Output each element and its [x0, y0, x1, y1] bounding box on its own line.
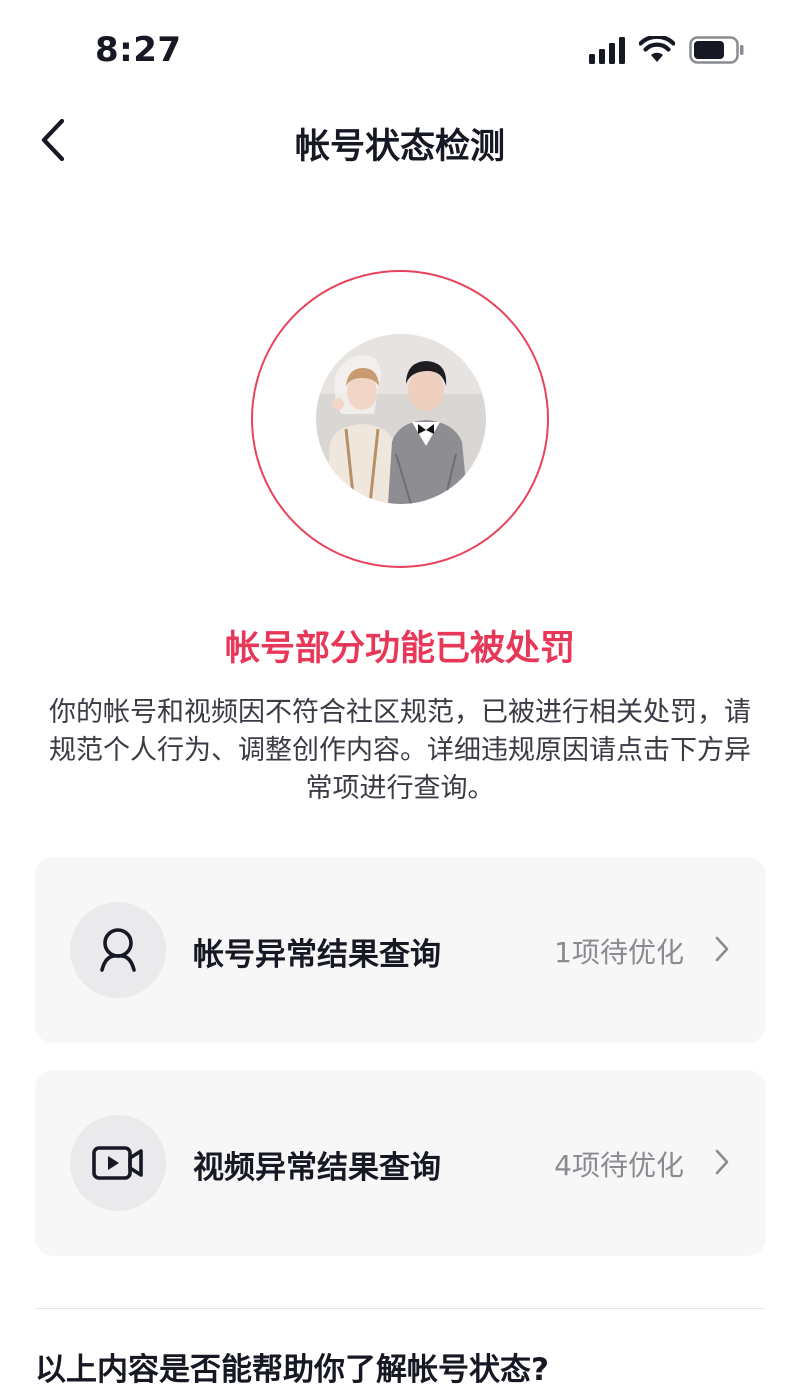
- divider: [35, 1308, 765, 1309]
- status-time: 8:27: [95, 30, 182, 70]
- nav-bar: 帐号状态检测: [0, 100, 800, 180]
- chevron-right-icon: [715, 1149, 729, 1175]
- wifi-icon: [639, 36, 675, 64]
- card-count: 1项待优化: [554, 936, 684, 969]
- penalty-headline: 帐号部分功能已被处罚: [224, 629, 575, 669]
- page-title: 帐号状态检测: [294, 127, 505, 167]
- card-label: 帐号异常结果查询: [193, 937, 441, 973]
- card-label: 视频异常结果查询: [193, 1150, 441, 1186]
- status-icons: [589, 36, 745, 64]
- video-icon: [92, 1146, 143, 1180]
- chevron-right-icon: [715, 936, 729, 962]
- account-anomaly-card[interactable]: 帐号异常结果查询 1项待优化: [35, 857, 766, 1043]
- status-bar: 8:27: [0, 0, 800, 100]
- card-icon-circle: [70, 902, 166, 998]
- penalty-description: 你的帐号和视频因不符合社区规范，已被进行相关处罚，请规范个人行为、调整创作内容。…: [49, 697, 751, 804]
- user-icon: [100, 928, 136, 972]
- avatar: [316, 334, 486, 504]
- battery-icon: [689, 36, 745, 64]
- card-count: 4项待优化: [554, 1149, 684, 1182]
- card-icon-circle: [70, 1115, 166, 1211]
- feedback-question: 以上内容是否能帮助你了解帐号状态?: [35, 1352, 549, 1385]
- signal-icon: [589, 36, 625, 64]
- video-anomaly-card[interactable]: 视频异常结果查询 4项待优化: [35, 1070, 766, 1256]
